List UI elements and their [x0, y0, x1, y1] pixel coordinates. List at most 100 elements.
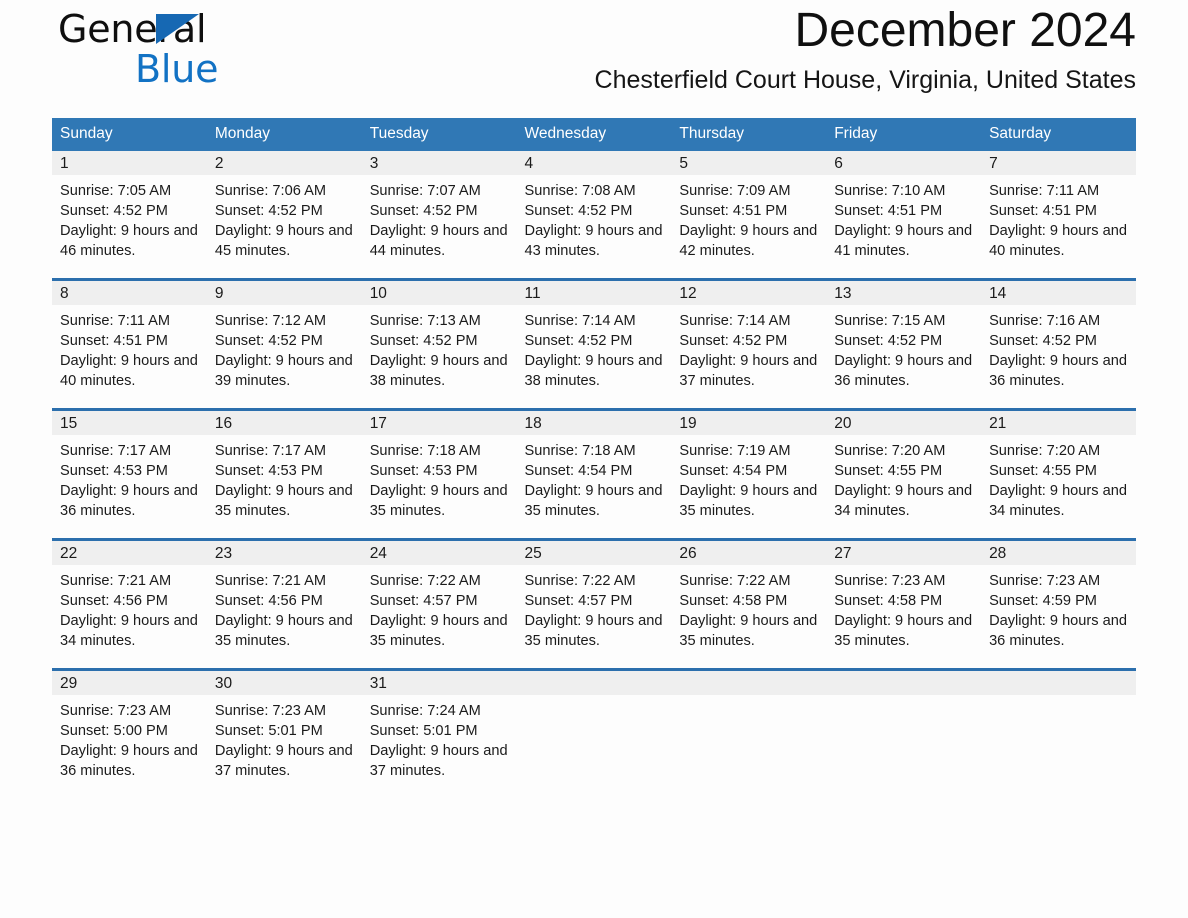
sunrise-text: Sunrise: 7:13 AM [369, 313, 481, 329]
calendar-header-row: Sunday Monday Tuesday Wednesday Thursday… [52, 118, 1136, 151]
masthead: General Blue December 2024 Chesterfield … [52, 0, 1136, 112]
day-cell[interactable]: 14 Sunrise: 7:16 AM Sunset: 4:52 PM Dayligh… [981, 278, 1136, 410]
day-number: 23 [206, 541, 362, 565]
sunrise-text: Sunrise: 7:09 AM [679, 183, 791, 199]
day-cell[interactable]: 24 Sunrise: 7:22 AM Sunset: 4:57 PM Dayligh… [361, 538, 517, 670]
day-cell[interactable]: 27 Sunrise: 7:23 AM Sunset: 4:58 PM Dayligh… [826, 538, 982, 670]
day-cell[interactable]: 5 Sunrise: 7:09 AM Sunset: 4:51 PM Daylight… [671, 151, 827, 280]
sunrise-text: Sunrise: 7:17 AM [60, 443, 172, 459]
daylight-text: Daylight: 9 hours and 38 minutes. [369, 353, 508, 390]
sunrise-text: Sunrise: 7:18 AM [369, 443, 481, 459]
sunrise-text: Sunrise: 7:07 AM [369, 183, 481, 199]
sunset-text: Sunset: 4:52 PM [834, 333, 943, 350]
sunrise-text: Sunrise: 7:20 AM [989, 443, 1101, 459]
sunset-text: Sunset: 4:55 PM [834, 463, 943, 480]
weekday-header-tuesday: Tuesday [361, 118, 517, 151]
day-number [516, 671, 672, 695]
logo-triangle-icon [156, 14, 199, 44]
day-cell[interactable]: 21 Sunrise: 7:20 AM Sunset: 4:55 PM Dayligh… [981, 408, 1136, 540]
day-number: 13 [826, 281, 982, 305]
calendar-week-row: 22 Sunrise: 7:21 AM Sunset: 4:56 PM Dayligh… [52, 538, 1136, 670]
day-cell[interactable]: 13 Sunrise: 7:15 AM Sunset: 4:52 PM Dayligh… [826, 278, 982, 410]
sunset-text: Sunset: 4:54 PM [679, 463, 788, 480]
sunrise-text: Sunrise: 7:16 AM [989, 313, 1101, 329]
day-number: 16 [206, 411, 362, 435]
day-cell-empty [671, 668, 827, 798]
daylight-text: Daylight: 9 hours and 46 minutes. [60, 223, 198, 260]
sunrise-text: Sunrise: 7:15 AM [834, 313, 946, 329]
sunrise-text: Sunrise: 7:20 AM [834, 443, 946, 459]
sunset-text: Sunset: 4:53 PM [214, 463, 323, 480]
day-cell[interactable]: 29 Sunrise: 7:23 AM Sunset: 5:00 PM Dayligh… [52, 668, 207, 798]
day-cell-empty [826, 668, 982, 798]
day-cell[interactable]: 15 Sunrise: 7:17 AM Sunset: 4:53 PM Dayligh… [52, 408, 207, 540]
sunset-text: Sunset: 4:57 PM [369, 593, 478, 610]
day-cell[interactable]: 2 Sunrise: 7:06 AM Sunset: 4:52 PM Daylight… [206, 151, 362, 280]
sunrise-text: Sunrise: 7:14 AM [679, 313, 791, 329]
day-cell[interactable]: 18 Sunrise: 7:18 AM Sunset: 4:54 PM Dayligh… [516, 408, 672, 540]
day-cell[interactable]: 7 Sunrise: 7:11 AM Sunset: 4:51 PM Daylight… [981, 151, 1136, 280]
day-cell[interactable]: 8 Sunrise: 7:11 AM Sunset: 4:51 PM Daylight… [52, 278, 207, 410]
sunrise-text: Sunrise: 7:22 AM [524, 573, 636, 589]
sunset-text: Sunset: 4:53 PM [60, 463, 168, 480]
day-cell[interactable]: 11 Sunrise: 7:14 AM Sunset: 4:52 PM Dayligh… [516, 278, 672, 410]
day-cell[interactable]: 22 Sunrise: 7:21 AM Sunset: 4:56 PM Dayligh… [52, 538, 207, 670]
day-cell[interactable]: 25 Sunrise: 7:22 AM Sunset: 4:57 PM Dayligh… [516, 538, 672, 670]
day-cell[interactable]: 4 Sunrise: 7:08 AM Sunset: 4:52 PM Daylight… [516, 151, 672, 280]
sunset-text: Sunset: 4:52 PM [369, 333, 478, 350]
daylight-text: Daylight: 9 hours and 36 minutes. [989, 353, 1127, 390]
weekday-header-thursday: Thursday [671, 118, 827, 151]
day-number: 14 [981, 281, 1136, 305]
sunrise-text: Sunrise: 7:06 AM [214, 183, 326, 199]
sunset-text: Sunset: 4:52 PM [214, 203, 323, 220]
day-number: 22 [52, 541, 207, 565]
day-cell[interactable]: 26 Sunrise: 7:22 AM Sunset: 4:58 PM Dayligh… [671, 538, 827, 670]
day-cell[interactable]: 30 Sunrise: 7:23 AM Sunset: 5:01 PM Dayligh… [206, 668, 362, 798]
sunrise-text: Sunrise: 7:08 AM [524, 183, 636, 199]
day-cell[interactable]: 16 Sunrise: 7:17 AM Sunset: 4:53 PM Dayligh… [206, 408, 362, 540]
daylight-text: Daylight: 9 hours and 37 minutes. [214, 743, 353, 780]
day-cell[interactable]: 6 Sunrise: 7:10 AM Sunset: 4:51 PM Daylight… [826, 151, 982, 280]
daylight-text: Daylight: 9 hours and 34 minutes. [60, 613, 198, 650]
sunset-text: Sunset: 4:51 PM [60, 333, 168, 350]
day-cell[interactable]: 19 Sunrise: 7:19 AM Sunset: 4:54 PM Dayligh… [671, 408, 827, 540]
day-number: 26 [671, 541, 827, 565]
daylight-text: Daylight: 9 hours and 43 minutes. [524, 223, 663, 260]
daylight-text: Daylight: 9 hours and 35 minutes. [524, 483, 663, 520]
sunrise-text: Sunrise: 7:18 AM [524, 443, 636, 459]
day-cell[interactable]: 9 Sunrise: 7:12 AM Sunset: 4:52 PM Daylight… [206, 278, 362, 410]
sunrise-text: Sunrise: 7:22 AM [679, 573, 791, 589]
day-cell[interactable]: 28 Sunrise: 7:23 AM Sunset: 4:59 PM Dayligh… [981, 538, 1136, 670]
calendar-page: General Blue December 2024 Chesterfield … [0, 0, 1188, 918]
day-number: 29 [52, 671, 207, 695]
daylight-text: Daylight: 9 hours and 35 minutes. [369, 613, 508, 650]
day-number: 3 [361, 151, 517, 175]
day-number [671, 671, 827, 695]
daylight-text: Daylight: 9 hours and 37 minutes. [369, 743, 508, 780]
day-cell[interactable]: 1 Sunrise: 7:05 AM Sunset: 4:52 PM Daylight… [52, 151, 207, 280]
daylight-text: Daylight: 9 hours and 36 minutes. [834, 353, 973, 390]
day-cell[interactable]: 31 Sunrise: 7:24 AM Sunset: 5:01 PM Dayligh… [361, 668, 517, 798]
daylight-text: Daylight: 9 hours and 35 minutes. [679, 613, 818, 650]
daylight-text: Daylight: 9 hours and 42 minutes. [679, 223, 818, 260]
day-cell[interactable]: 17 Sunrise: 7:18 AM Sunset: 4:53 PM Dayligh… [361, 408, 517, 540]
day-cell[interactable]: 10 Sunrise: 7:13 AM Sunset: 4:52 PM Dayligh… [361, 278, 517, 410]
day-number: 30 [206, 671, 362, 695]
calendar-week-row: 8 Sunrise: 7:11 AM Sunset: 4:51 PM Daylight… [52, 278, 1136, 410]
day-number [981, 671, 1136, 695]
sunrise-text: Sunrise: 7:23 AM [214, 703, 326, 719]
sunrise-text: Sunrise: 7:19 AM [679, 443, 791, 459]
sunset-text: Sunset: 4:59 PM [989, 593, 1097, 610]
day-cell[interactable]: 20 Sunrise: 7:20 AM Sunset: 4:55 PM Dayligh… [826, 408, 982, 540]
sunrise-text: Sunrise: 7:21 AM [214, 573, 326, 589]
sunset-text: Sunset: 4:55 PM [989, 463, 1097, 480]
daylight-text: Daylight: 9 hours and 34 minutes. [989, 483, 1127, 520]
sunset-text: Sunset: 4:56 PM [60, 593, 168, 610]
day-cell[interactable]: 23 Sunrise: 7:21 AM Sunset: 4:56 PM Dayligh… [206, 538, 362, 670]
day-cell[interactable]: 3 Sunrise: 7:07 AM Sunset: 4:52 PM Daylight… [361, 151, 517, 280]
sunrise-text: Sunrise: 7:17 AM [214, 443, 326, 459]
day-number: 9 [206, 281, 362, 305]
day-cell[interactable]: 12 Sunrise: 7:14 AM Sunset: 4:52 PM Dayligh… [671, 278, 827, 410]
sunset-text: Sunset: 4:52 PM [679, 333, 788, 350]
sunrise-text: Sunrise: 7:23 AM [60, 703, 172, 719]
